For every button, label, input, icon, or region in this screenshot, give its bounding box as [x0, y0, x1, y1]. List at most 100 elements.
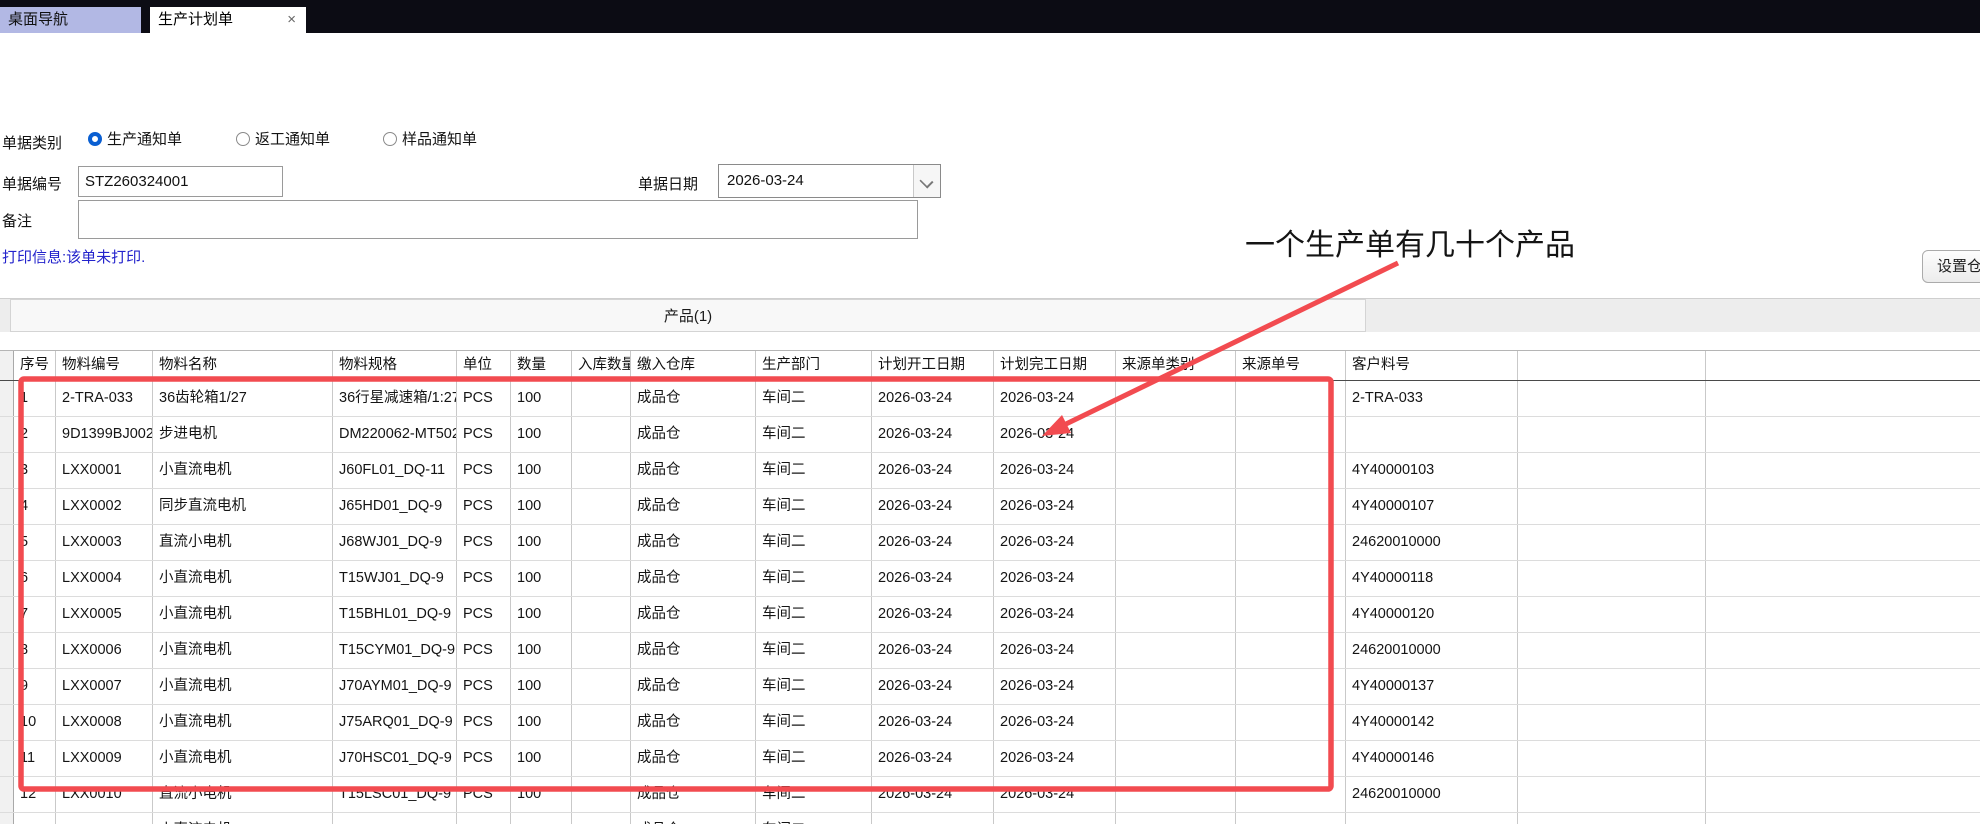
- cell-qty: 100: [511, 633, 572, 668]
- cell-plan-finish-date: 2026-03-24: [994, 777, 1116, 812]
- cell-qty: 100: [511, 669, 572, 704]
- table-row[interactable]: 7LXX0005小直流电机T15BHL01_DQ-9PCS100成品仓车间二20…: [0, 597, 1980, 633]
- tab-products[interactable]: 产品(1): [10, 299, 1366, 332]
- empty-column: [1518, 561, 1706, 596]
- cell-dept: 车间二: [756, 489, 872, 524]
- cell-seq: 13: [14, 813, 56, 824]
- tab-production-plan[interactable]: 生产计划单 ×: [150, 7, 306, 33]
- empty-column: [1518, 417, 1706, 452]
- cell-seq: 6: [14, 561, 56, 596]
- doc-date-combobox[interactable]: 2026-03-24: [718, 164, 941, 198]
- cell-plan-finish-date: 2026-03-24: [994, 633, 1116, 668]
- cell-dept: 车间二: [756, 417, 872, 452]
- cell-plan-start-date: 2026-03-24: [872, 597, 994, 632]
- cell-qty: 100: [511, 381, 572, 416]
- empty-column: [1518, 351, 1706, 380]
- radio-sample-notice[interactable]: 样品通知单: [383, 128, 477, 152]
- cell-material-spec: T15WJ01_DQ-9: [333, 561, 457, 596]
- doc-type-label: 单据类别: [2, 132, 62, 153]
- table-row[interactable]: 6LXX0004小直流电机T15WJ01_DQ-9PCS100成品仓车间二202…: [0, 561, 1980, 597]
- remark-input[interactable]: [78, 200, 918, 239]
- cell-qty: 100: [511, 489, 572, 524]
- radio-production-notice[interactable]: 生产通知单: [88, 128, 182, 152]
- empty-column: [1518, 489, 1706, 524]
- table-row[interactable]: 11LXX0009小直流电机J70HSC01_DQ-9PCS100成品仓车间二2…: [0, 741, 1980, 777]
- empty-column: [1518, 597, 1706, 632]
- cell-dept: 车间二: [756, 741, 872, 776]
- cell-plan-finish-date: 2026-03-24: [994, 417, 1116, 452]
- remark-label: 备注: [2, 210, 32, 231]
- cell-material-no: LXX0007: [56, 669, 153, 704]
- header-customer-part-no: 客户料号: [1346, 351, 1518, 380]
- cell-material-name: 小直流电机: [153, 705, 333, 740]
- cell-material-spec: DM220062-MT502: [333, 417, 457, 452]
- table-row[interactable]: 8LXX0006小直流电机T15CYM01_DQ-9PCS100成品仓车间二20…: [0, 633, 1980, 669]
- cell-in-qty: [572, 777, 631, 812]
- cell-customer-part-no: 4Y40000120: [1346, 597, 1518, 632]
- cell-plan-finish-date: 2026-03-24: [994, 525, 1116, 560]
- cell-source-no: [1236, 417, 1346, 452]
- cell-plan-finish-date: 2026-03-24: [994, 705, 1116, 740]
- cell-material-name: 小直流电机: [153, 741, 333, 776]
- table-row[interactable]: 13LXX0011小直流电机T15SJK01_DQ-9PCS100成品仓车间二2…: [0, 813, 1980, 824]
- cell-in-qty: [572, 597, 631, 632]
- cell-in-qty: [572, 561, 631, 596]
- cell-material-no: LXX0003: [56, 525, 153, 560]
- annotation-text: 一个生产单有几十个产品: [1245, 220, 1575, 264]
- cell-source-no: [1236, 777, 1346, 812]
- cell-plan-start-date: 2026-03-24: [872, 561, 994, 596]
- header-material-no: 物料编号: [56, 351, 153, 380]
- cell-seq: 10: [14, 705, 56, 740]
- cell-source-type: [1116, 453, 1236, 488]
- cell-plan-finish-date: 2026-03-24: [994, 813, 1116, 824]
- settings-button[interactable]: 设置仓: [1922, 250, 1980, 283]
- empty-column: [1706, 381, 1980, 416]
- cell-unit: PCS: [457, 417, 511, 452]
- row-selector: [0, 381, 14, 416]
- cell-warehouse: 成品仓: [631, 597, 756, 632]
- cell-unit: PCS: [457, 633, 511, 668]
- cell-material-name: 同步直流电机: [153, 489, 333, 524]
- table-row[interactable]: 3LXX0001小直流电机J60FL01_DQ-11PCS100成品仓车间二20…: [0, 453, 1980, 489]
- doc-date-dropdown-button[interactable]: [913, 165, 940, 197]
- empty-column: [1706, 417, 1980, 452]
- doc-no-input[interactable]: [78, 166, 283, 197]
- header-material-spec: 物料规格: [333, 351, 457, 380]
- empty-column: [1706, 741, 1980, 776]
- close-icon[interactable]: ×: [287, 7, 296, 33]
- cell-dept: 车间二: [756, 597, 872, 632]
- table-row[interactable]: 4LXX0002同步直流电机J65HD01_DQ-9PCS100成品仓车间二20…: [0, 489, 1980, 525]
- empty-column: [1706, 453, 1980, 488]
- cell-source-type: [1116, 741, 1236, 776]
- cell-plan-start-date: 2026-03-24: [872, 813, 994, 824]
- cell-plan-finish-date: 2026-03-24: [994, 381, 1116, 416]
- empty-column: [1518, 453, 1706, 488]
- table-row[interactable]: 9LXX0007小直流电机J70AYM01_DQ-9PCS100成品仓车间二20…: [0, 669, 1980, 705]
- cell-unit: PCS: [457, 777, 511, 812]
- cell-seq: 12: [14, 777, 56, 812]
- table-row[interactable]: 12-TRA-03336齿轮箱1/2736行星减速箱/1:27PCS100成品仓…: [0, 381, 1980, 417]
- radio-rework-notice[interactable]: 返工通知单: [236, 128, 330, 152]
- product-table: 序号物料编号物料名称物料规格单位数量入库数量缴入仓库生产部门计划开工日期计划完工…: [0, 350, 1980, 824]
- table-row[interactable]: 29D1399BJ002步进电机DM220062-MT502PCS100成品仓车…: [0, 417, 1980, 453]
- cell-plan-start-date: 2026-03-24: [872, 669, 994, 704]
- cell-dept: 车间二: [756, 525, 872, 560]
- cell-plan-start-date: 2026-03-24: [872, 525, 994, 560]
- table-row[interactable]: 12LXX0010直流小电机T15LSC01_DQ-9PCS100成品仓车间二2…: [0, 777, 1980, 813]
- row-selector: [0, 489, 14, 524]
- cell-seq: 1: [14, 381, 56, 416]
- cell-material-name: 直流小电机: [153, 777, 333, 812]
- tab-desktop-navigation[interactable]: 桌面导航: [0, 7, 141, 33]
- header-source-no: 来源单号: [1236, 351, 1346, 380]
- cell-source-no: [1236, 489, 1346, 524]
- cell-unit: PCS: [457, 597, 511, 632]
- table-row[interactable]: 5LXX0003直流小电机J68WJ01_DQ-9PCS100成品仓车间二202…: [0, 525, 1980, 561]
- empty-column: [1518, 813, 1706, 824]
- cell-material-name: 小直流电机: [153, 453, 333, 488]
- cell-customer-part-no: 4Y40000137: [1346, 669, 1518, 704]
- table-row[interactable]: 10LXX0008小直流电机J75ARQ01_DQ-9PCS100成品仓车间二2…: [0, 705, 1980, 741]
- cell-material-spec: J68WJ01_DQ-9: [333, 525, 457, 560]
- cell-in-qty: [572, 633, 631, 668]
- cell-unit: PCS: [457, 453, 511, 488]
- cell-in-qty: [572, 669, 631, 704]
